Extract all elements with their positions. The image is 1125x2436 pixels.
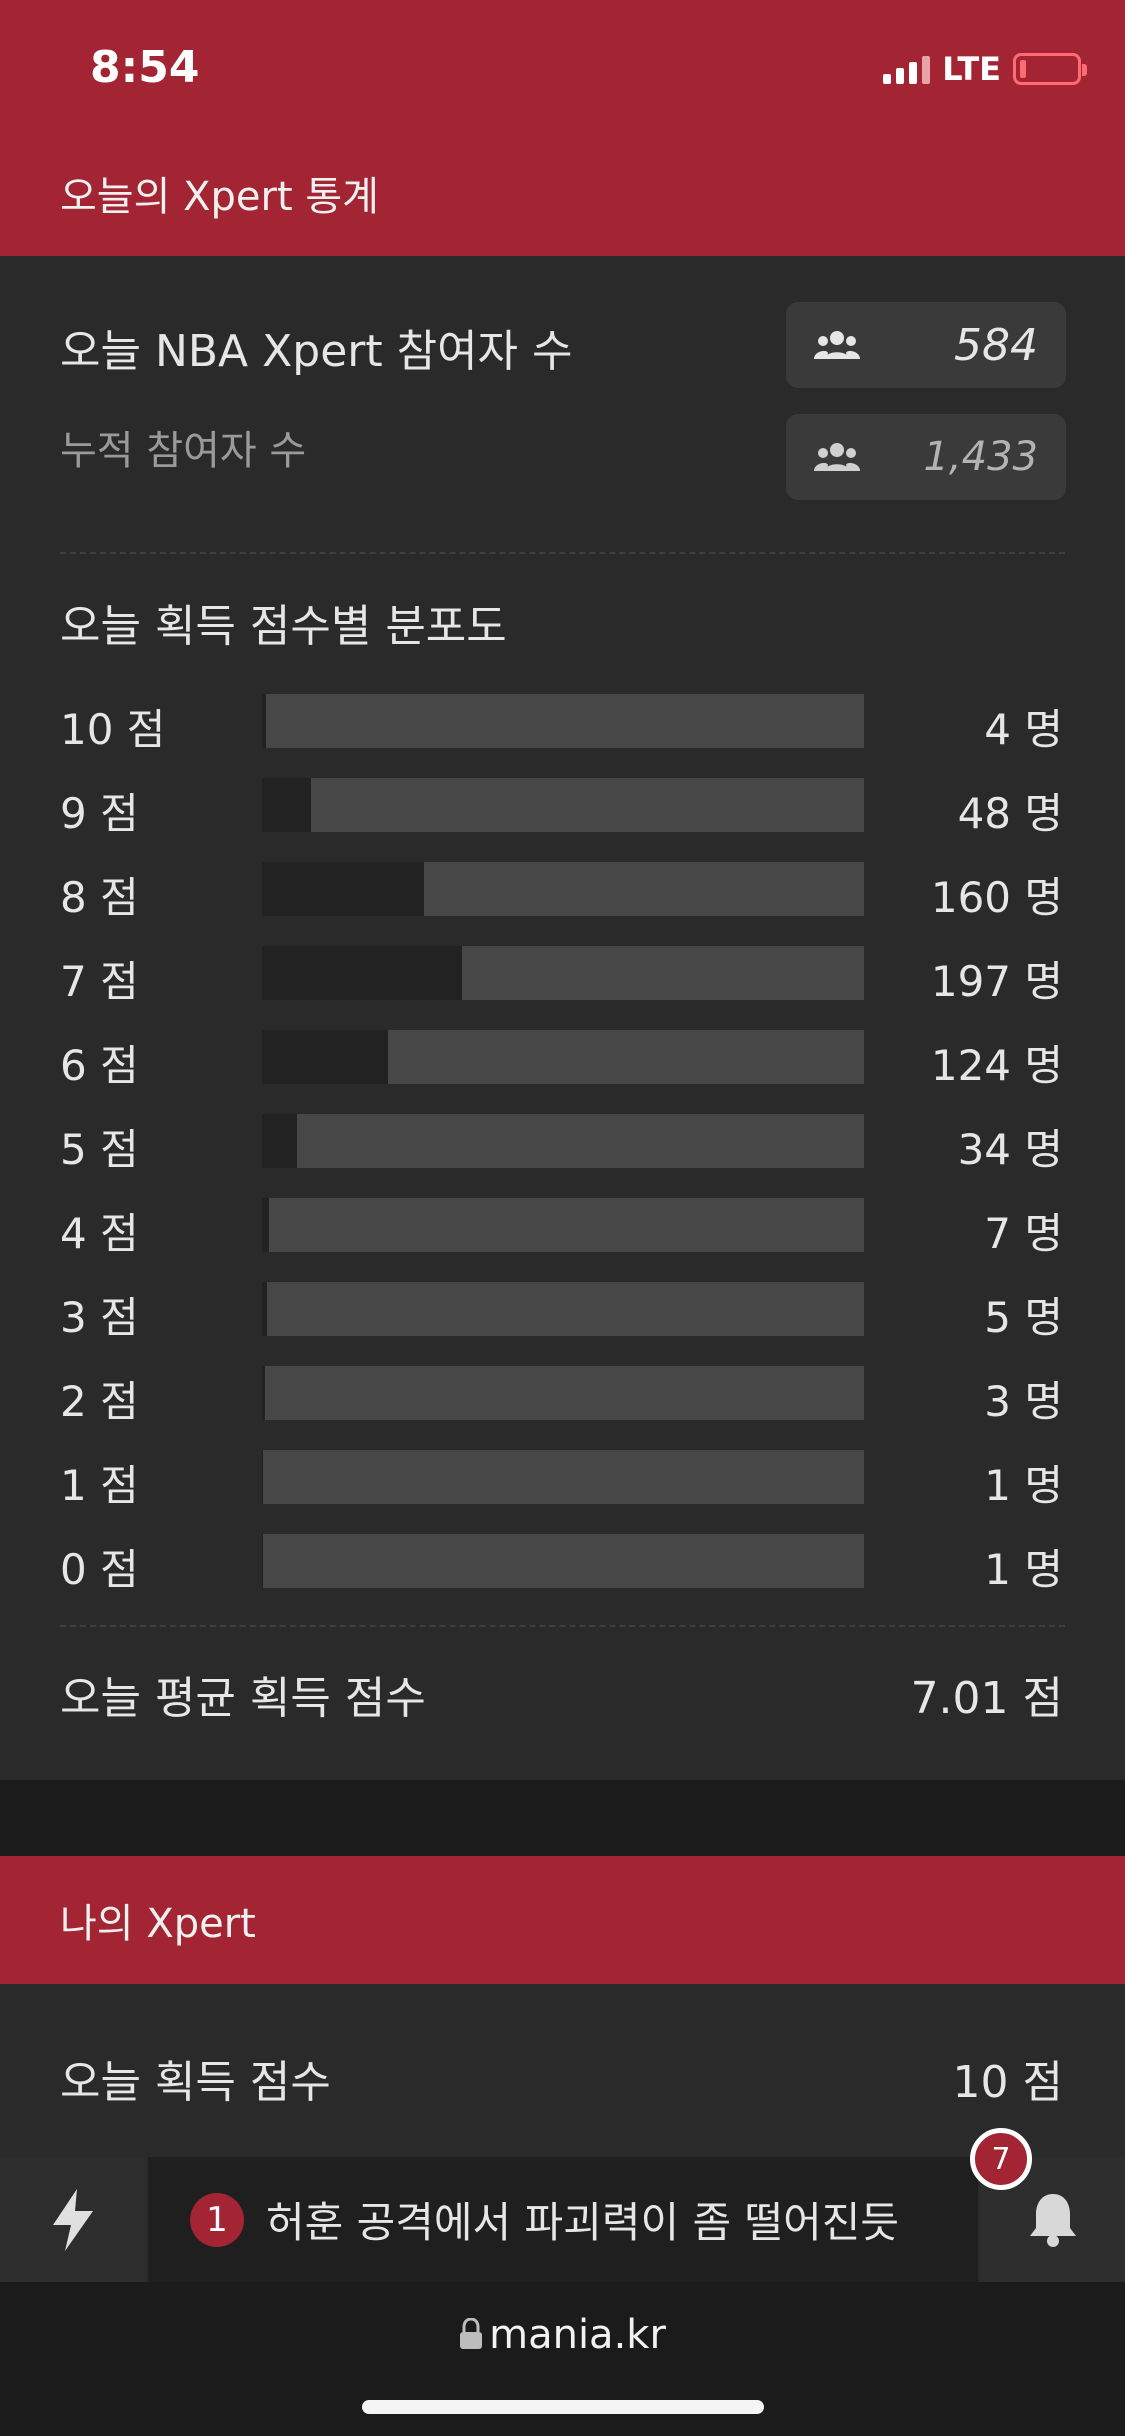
score-label: 2 점 <box>60 1377 139 1426</box>
distribution-row: 5 점 34 명 <box>0 1114 1125 1174</box>
cumulative-value: 1,433 <box>923 434 1038 480</box>
count-label: 34 명 <box>957 1125 1063 1174</box>
users-icon <box>814 443 860 471</box>
bar-fill <box>262 1534 263 1588</box>
notification-count-badge: 7 <box>970 2128 1032 2190</box>
bar-fill <box>262 694 266 748</box>
cumulative-box: 1,433 <box>786 414 1066 500</box>
distribution-row: 1 점 1 명 <box>0 1450 1125 1510</box>
bar-track <box>262 1282 864 1336</box>
cumulative-label: 누적 참여자 수 <box>60 428 307 474</box>
bar-track <box>262 862 864 916</box>
count-label: 5 명 <box>984 1293 1063 1342</box>
distribution-title: 오늘 획득 점수별 분포도 <box>60 601 507 652</box>
count-label: 197 명 <box>930 957 1063 1006</box>
divider <box>60 552 1065 554</box>
bar-track <box>262 694 864 748</box>
my-score-label: 오늘 획득 점수 <box>60 2057 331 2108</box>
score-label: 9 점 <box>60 789 139 838</box>
distribution-row: 8 점 160 명 <box>0 862 1125 922</box>
distribution-row: 10 점 4 명 <box>0 694 1125 754</box>
bar-fill <box>262 946 462 1000</box>
signal-icon <box>883 54 931 84</box>
bar-fill <box>262 778 311 832</box>
distribution-row: 9 점 48 명 <box>0 778 1125 838</box>
bar-fill <box>262 1114 297 1168</box>
distribution-row: 2 점 3 명 <box>0 1366 1125 1426</box>
participants-value: 584 <box>954 319 1038 371</box>
count-label: 3 명 <box>984 1377 1063 1426</box>
count-label: 1 명 <box>984 1545 1063 1594</box>
my-xpert-header: 나의 Xpert <box>0 1856 1125 1984</box>
score-label: 1 점 <box>60 1461 139 1510</box>
bottom-toolbar: 1 허훈 공격에서 파괴력이 좀 떨어진듯 <box>0 2157 1125 2282</box>
my-score-value: 10 점 <box>952 2057 1063 2108</box>
count-label: 124 명 <box>930 1041 1063 1090</box>
score-label: 5 점 <box>60 1125 139 1174</box>
average-score-value: 7.01 점 <box>910 1673 1063 1724</box>
bar-fill <box>262 1198 269 1252</box>
bar-track <box>262 1366 864 1420</box>
bar-fill <box>262 1030 388 1084</box>
home-indicator[interactable] <box>362 2400 764 2414</box>
bar-track <box>262 1534 864 1588</box>
count-label: 48 명 <box>957 789 1063 838</box>
users-icon <box>814 331 860 359</box>
participants-box: 584 <box>786 302 1066 388</box>
status-bar: 8:54 LTE <box>0 0 1125 130</box>
status-indicators: LTE <box>883 50 1087 88</box>
bar-track <box>262 946 864 1000</box>
count-label: 1 명 <box>984 1461 1063 1510</box>
participants-label: 오늘 NBA Xpert 참여자 수 <box>60 326 573 377</box>
url-display[interactable]: mania.kr <box>0 2312 1125 2358</box>
bar-track <box>262 778 864 832</box>
bell-icon <box>1029 2193 1076 2247</box>
bar-fill <box>262 1282 267 1336</box>
network-label: LTE <box>942 50 1001 88</box>
url-text: mania.kr <box>489 2312 666 2358</box>
bar-fill <box>262 1450 263 1504</box>
distribution-row: 3 점 5 명 <box>0 1282 1125 1342</box>
score-label: 10 점 <box>60 705 166 754</box>
ticker-text: 허훈 공격에서 파괴력이 좀 떨어진듯 <box>266 2198 900 2247</box>
score-label: 3 점 <box>60 1293 139 1342</box>
score-label: 6 점 <box>60 1041 139 1090</box>
bolt-icon <box>53 2188 93 2251</box>
battery-icon <box>1013 53 1087 85</box>
average-score-label: 오늘 평균 획득 점수 <box>60 1673 426 1724</box>
count-label: 160 명 <box>930 873 1063 922</box>
count-label: 4 명 <box>984 705 1063 754</box>
status-time: 8:54 <box>90 42 200 93</box>
score-label: 4 점 <box>60 1209 139 1258</box>
bolt-button[interactable] <box>0 2157 146 2282</box>
count-label: 7 명 <box>984 1209 1063 1258</box>
distribution-row: 4 점 7 명 <box>0 1198 1125 1258</box>
divider <box>60 1625 1065 1627</box>
distribution-row: 6 점 124 명 <box>0 1030 1125 1090</box>
news-ticker[interactable]: 1 허훈 공격에서 파괴력이 좀 떨어진듯 <box>148 2157 978 2282</box>
score-label: 8 점 <box>60 873 139 922</box>
bar-fill <box>262 862 424 916</box>
bar-track <box>262 1114 864 1168</box>
ticker-index: 1 <box>190 2192 244 2247</box>
stats-header: 오늘의 Xpert 통계 <box>0 130 1125 256</box>
bar-track <box>262 1030 864 1084</box>
distribution-row: 7 점 197 명 <box>0 946 1125 1006</box>
distribution-row: 0 점 1 명 <box>0 1534 1125 1594</box>
score-label: 0 점 <box>60 1545 139 1594</box>
bar-track <box>262 1450 864 1504</box>
bar-track <box>262 1198 864 1252</box>
bar-fill <box>262 1366 265 1420</box>
lock-icon <box>460 2317 483 2349</box>
score-label: 7 점 <box>60 957 139 1006</box>
